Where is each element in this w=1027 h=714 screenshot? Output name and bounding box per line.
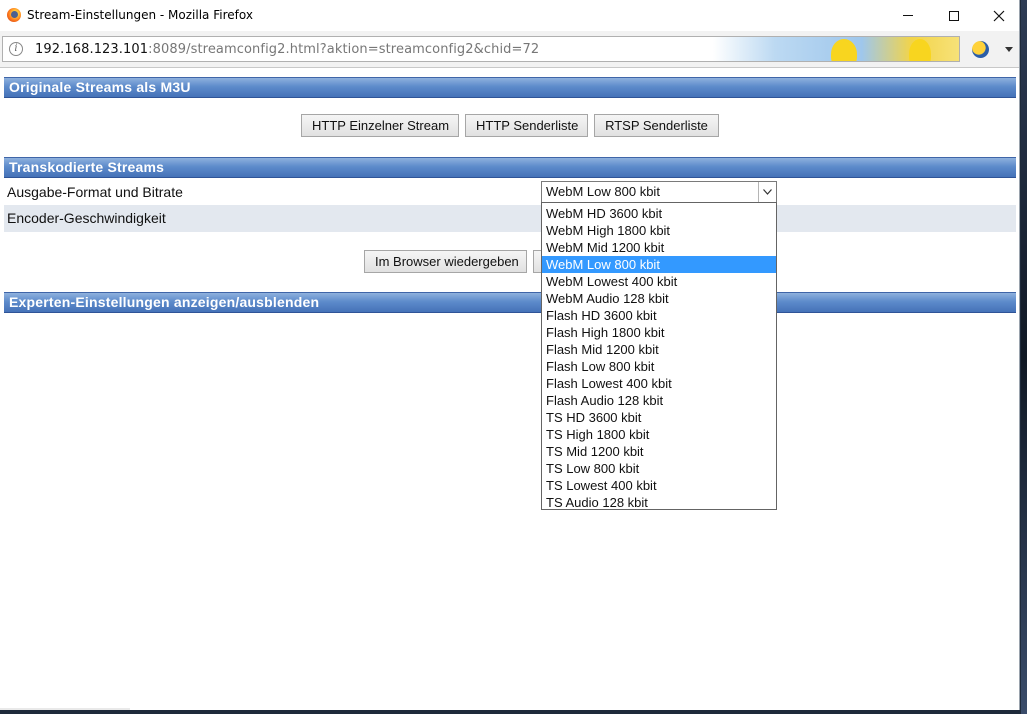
status-bar xyxy=(0,708,130,710)
format-bitrate-label: Ausgabe-Format und Bitrate xyxy=(7,184,183,200)
format-option[interactable]: WebM HD 3600 kbit xyxy=(542,205,776,222)
url-text: 192.168.123.101:8089/streamconfig2.html?… xyxy=(35,42,539,57)
chevron-down-icon xyxy=(1005,47,1013,52)
navigation-bar: i 192.168.123.101:8089/streamconfig2.htm… xyxy=(0,31,1019,68)
extension-menu-button[interactable] xyxy=(1002,41,1016,57)
page-content: Originale Streams als M3U HTTP Einzelner… xyxy=(0,69,1019,710)
format-option[interactable]: WebM Mid 1200 kbit xyxy=(542,239,776,256)
format-option[interactable]: Flash Lowest 400 kbit xyxy=(542,375,776,392)
select-dropdown-button[interactable] xyxy=(758,182,776,202)
url-host: 192.168.123.101 xyxy=(35,42,149,57)
format-option[interactable]: Flash Low 800 kbit xyxy=(542,358,776,375)
encoder-speed-label: Encoder-Geschwindigkeit xyxy=(7,210,166,226)
url-path: :8089/streamconfig2.html?aktion=streamco… xyxy=(148,42,540,57)
format-option[interactable]: Flash HD 3600 kbit xyxy=(542,307,776,324)
section-header-transcoded-streams[interactable]: Transkodierte Streams xyxy=(4,157,1016,178)
format-option[interactable]: Flash High 1800 kbit xyxy=(542,324,776,341)
maximize-icon xyxy=(949,10,959,21)
format-bitrate-select[interactable]: WebM Low 800 kbit xyxy=(541,181,777,203)
close-icon xyxy=(993,10,1005,21)
theme-background-image xyxy=(713,37,959,61)
play-in-browser-button[interactable]: Im Browser wiedergeben xyxy=(364,250,527,273)
format-option[interactable]: WebM High 1800 kbit xyxy=(542,222,776,239)
format-option[interactable]: TS Lowest 400 kbit xyxy=(542,477,776,494)
format-option[interactable]: WebM Lowest 400 kbit xyxy=(542,273,776,290)
desktop-background xyxy=(1021,0,1027,714)
http-single-stream-button[interactable]: HTTP Einzelner Stream xyxy=(301,114,459,137)
encoder-speed-row: Encoder-Geschwindigkeit xyxy=(4,205,1016,232)
format-options-list[interactable]: WebM HD 3600 kbit WebM High 1800 kbit WebM… xyxy=(541,202,777,510)
theme-character-head xyxy=(831,39,857,61)
format-option[interactable]: TS HD 3600 kbit xyxy=(542,409,776,426)
maximize-button[interactable] xyxy=(931,0,977,31)
http-channel-list-button[interactable]: HTTP Senderliste xyxy=(465,114,588,137)
info-icon[interactable]: i xyxy=(9,42,23,56)
format-option[interactable]: TS High 1800 kbit xyxy=(542,426,776,443)
theme-character-head xyxy=(909,39,931,61)
title-bar: Stream-Einstellungen - Mozilla Firefox xyxy=(0,0,1019,31)
rtsp-channel-list-button[interactable]: RTSP Senderliste xyxy=(594,114,719,137)
format-option[interactable]: WebM Audio 128 kbit xyxy=(542,290,776,307)
extension-icon[interactable] xyxy=(972,41,989,58)
section-header-original-streams[interactable]: Originale Streams als M3U xyxy=(4,77,1016,98)
format-option[interactable]: Flash Mid 1200 kbit xyxy=(542,341,776,358)
url-bar[interactable]: i 192.168.123.101:8089/streamconfig2.htm… xyxy=(2,36,960,62)
browser-window: Stream-Einstellungen - Mozilla Firefox i… xyxy=(0,0,1020,710)
format-option[interactable]: Flash Audio 128 kbit xyxy=(542,392,776,409)
minimize-icon xyxy=(903,15,913,16)
format-option[interactable]: TS Audio 128 kbit xyxy=(542,494,776,511)
format-option[interactable]: TS Mid 1200 kbit xyxy=(542,443,776,460)
format-select-value: WebM Low 800 kbit xyxy=(546,184,660,199)
chevron-down-icon xyxy=(763,189,772,195)
format-option[interactable]: WebM Low 800 kbit xyxy=(542,256,776,273)
format-option[interactable]: TS Low 800 kbit xyxy=(542,460,776,477)
firefox-logo-icon xyxy=(7,8,21,22)
window-title: Stream-Einstellungen - Mozilla Firefox xyxy=(27,8,253,22)
minimize-button[interactable] xyxy=(885,0,931,31)
close-button[interactable] xyxy=(976,0,1019,31)
section-header-expert-settings[interactable]: Experten-Einstellungen anzeigen/ausblend… xyxy=(4,292,1016,313)
